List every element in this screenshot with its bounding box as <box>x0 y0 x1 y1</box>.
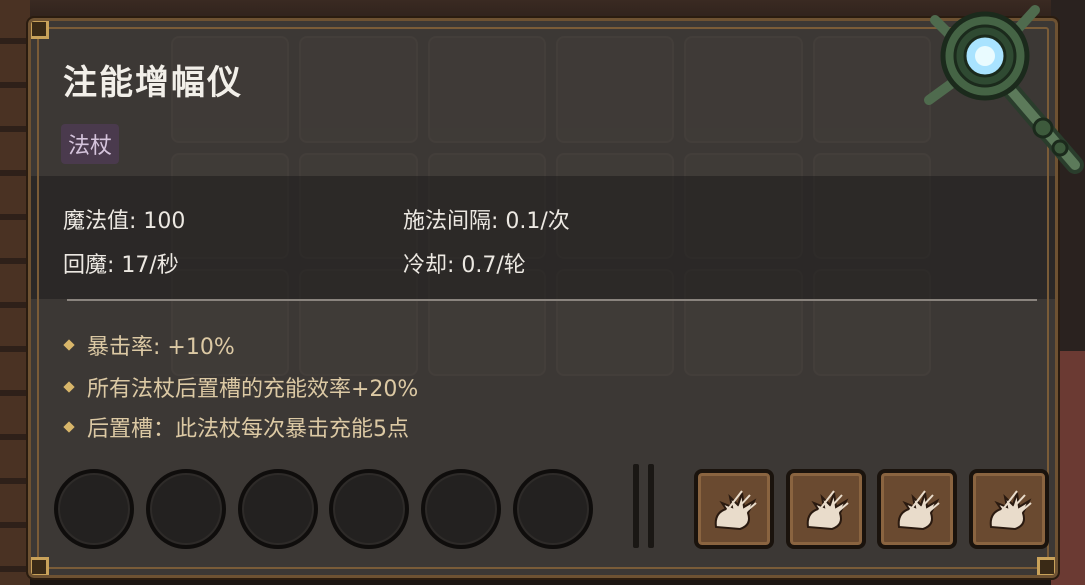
slot-separator <box>633 464 639 548</box>
empty-slot[interactable] <box>513 469 593 549</box>
effect-item: 暴击率: +10% <box>63 329 235 361</box>
effect-text: 暴击率: +10% <box>87 335 235 360</box>
rune-slot[interactable] <box>969 469 1049 549</box>
empty-slot[interactable] <box>146 469 226 549</box>
rune-slot[interactable] <box>877 469 957 549</box>
stat-cooldown: 冷却: 0.7/轮 <box>403 253 526 278</box>
effect-item: 所有法杖后置槽的充能效率+20% <box>63 371 419 403</box>
slot-separator <box>648 464 654 548</box>
effect-text: 后置槽：此法杖每次暴击充能5点 <box>87 417 409 442</box>
inventory-background-left <box>0 0 30 585</box>
empty-slot[interactable] <box>238 469 318 549</box>
bullet-diamond-icon <box>63 381 75 393</box>
frame-corner-ornament <box>31 21 49 39</box>
spark-burst-icon <box>897 490 940 531</box>
empty-slot[interactable] <box>54 469 134 549</box>
stat-mana: 魔法值: 100 <box>63 209 186 234</box>
stat-cast-interval: 施法间隔: 0.1/次 <box>403 209 570 234</box>
empty-slot[interactable] <box>421 469 501 549</box>
bullet-diamond-icon <box>63 421 75 433</box>
item-tooltip: 注能增幅仪 法杖 魔法值: 100 施法间隔: 0.1/次 回魔: 17/秒 冷… <box>26 16 1060 580</box>
frame-corner-ornament <box>31 557 49 575</box>
item-name: 注能增幅仪 <box>63 63 243 103</box>
magic-staff-icon <box>924 5 1084 174</box>
rune-slot[interactable] <box>694 469 774 549</box>
spark-burst-icon <box>806 490 849 531</box>
effect-item: 后置槽：此法杖每次暴击充能5点 <box>63 411 409 443</box>
stats-panel <box>31 176 1055 299</box>
rune-slot[interactable] <box>786 469 866 549</box>
spark-burst-icon <box>714 490 757 531</box>
item-type-tag: 法杖 <box>61 124 120 164</box>
spark-burst-icon <box>989 490 1032 531</box>
empty-slot[interactable] <box>329 469 409 549</box>
effect-text: 所有法杖后置槽的充能效率+20% <box>87 377 419 402</box>
bullet-diamond-icon <box>63 339 75 351</box>
frame-corner-ornament <box>1037 557 1055 575</box>
stat-mana-regen: 回魔: 17/秒 <box>63 253 179 278</box>
section-divider <box>67 299 1037 301</box>
